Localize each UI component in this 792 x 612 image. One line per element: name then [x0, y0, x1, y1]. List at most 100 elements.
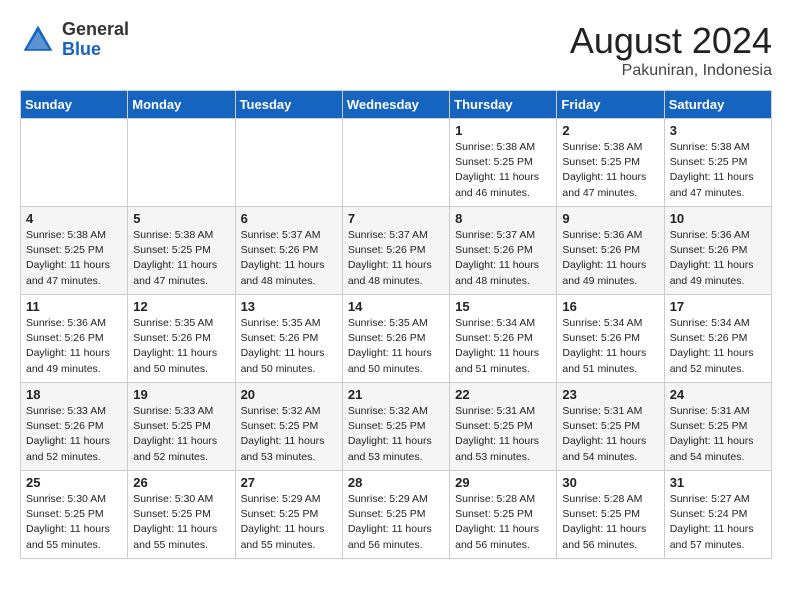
- day-number: 30: [562, 475, 659, 490]
- calendar-cell: 12 Sunrise: 5:35 AMSunset: 5:26 PMDayligh…: [128, 295, 235, 383]
- day-info: Sunrise: 5:35 AMSunset: 5:26 PMDaylight:…: [133, 316, 230, 377]
- day-info: Sunrise: 5:37 AMSunset: 5:26 PMDaylight:…: [348, 228, 445, 289]
- location-subtitle: Pakuniran, Indonesia: [570, 62, 772, 80]
- logo-blue-text: Blue: [62, 39, 101, 59]
- day-info: Sunrise: 5:38 AMSunset: 5:25 PMDaylight:…: [26, 228, 123, 289]
- day-number: 2: [562, 123, 659, 138]
- day-info: Sunrise: 5:30 AMSunset: 5:25 PMDaylight:…: [133, 492, 230, 553]
- day-info: Sunrise: 5:32 AMSunset: 5:25 PMDaylight:…: [241, 404, 338, 465]
- day-info: Sunrise: 5:29 AMSunset: 5:25 PMDaylight:…: [348, 492, 445, 553]
- calendar-cell: 30 Sunrise: 5:28 AMSunset: 5:25 PMDayligh…: [557, 471, 664, 559]
- calendar-cell: 31 Sunrise: 5:27 AMSunset: 5:24 PMDayligh…: [664, 471, 771, 559]
- day-info: Sunrise: 5:37 AMSunset: 5:26 PMDaylight:…: [241, 228, 338, 289]
- calendar-cell: 20 Sunrise: 5:32 AMSunset: 5:25 PMDayligh…: [235, 383, 342, 471]
- calendar-cell: 8 Sunrise: 5:37 AMSunset: 5:26 PMDaylight…: [450, 207, 557, 295]
- day-info: Sunrise: 5:34 AMSunset: 5:26 PMDaylight:…: [455, 316, 552, 377]
- calendar-week-4: 18 Sunrise: 5:33 AMSunset: 5:26 PMDayligh…: [21, 383, 772, 471]
- day-number: 11: [26, 299, 123, 314]
- calendar-cell: [342, 119, 449, 207]
- day-number: 4: [26, 211, 123, 226]
- calendar-cell: 27 Sunrise: 5:29 AMSunset: 5:25 PMDayligh…: [235, 471, 342, 559]
- calendar-cell: 21Sunrise: 5:32 AMSunset: 5:25 PMDayligh…: [342, 383, 449, 471]
- calendar-cell: [128, 119, 235, 207]
- day-info: Sunrise: 5:27 AMSunset: 5:24 PMDaylight:…: [670, 492, 767, 553]
- calendar-week-3: 11 Sunrise: 5:36 AMSunset: 5:26 PMDayligh…: [21, 295, 772, 383]
- calendar-cell: 10 Sunrise: 5:36 AMSunset: 5:26 PMDayligh…: [664, 207, 771, 295]
- weekday-header-friday: Friday: [557, 91, 664, 119]
- calendar-cell: 11 Sunrise: 5:36 AMSunset: 5:26 PMDayligh…: [21, 295, 128, 383]
- day-number: 3: [670, 123, 767, 138]
- month-year-title: August 2024: [570, 20, 772, 62]
- weekday-header-wednesday: Wednesday: [342, 91, 449, 119]
- calendar-cell: 23 Sunrise: 5:31 AMSunset: 5:25 PMDayligh…: [557, 383, 664, 471]
- day-number: 7: [348, 211, 445, 226]
- calendar-cell: 2 Sunrise: 5:38 AMSunset: 5:25 PMDaylight…: [557, 119, 664, 207]
- day-info: Sunrise: 5:36 AMSunset: 5:26 PMDaylight:…: [26, 316, 123, 377]
- day-number: 10: [670, 211, 767, 226]
- day-info: Sunrise: 5:31 AMSunset: 5:25 PMDaylight:…: [455, 404, 552, 465]
- day-info: Sunrise: 5:29 AMSunset: 5:25 PMDaylight:…: [241, 492, 338, 553]
- day-info: Sunrise: 5:34 AMSunset: 5:26 PMDaylight:…: [562, 316, 659, 377]
- weekday-header-row: SundayMondayTuesdayWednesdayThursdayFrid…: [21, 91, 772, 119]
- day-number: 26: [133, 475, 230, 490]
- calendar-week-2: 4 Sunrise: 5:38 AMSunset: 5:25 PMDaylight…: [21, 207, 772, 295]
- logo-general-text: General: [62, 19, 129, 39]
- day-number: 24: [670, 387, 767, 402]
- day-number: 22: [455, 387, 552, 402]
- day-number: 18: [26, 387, 123, 402]
- weekday-header-monday: Monday: [128, 91, 235, 119]
- calendar-cell: 19Sunrise: 5:33 AMSunset: 5:25 PMDayligh…: [128, 383, 235, 471]
- day-info: Sunrise: 5:38 AMSunset: 5:25 PMDaylight:…: [133, 228, 230, 289]
- day-number: 31: [670, 475, 767, 490]
- weekday-header-thursday: Thursday: [450, 91, 557, 119]
- day-number: 14: [348, 299, 445, 314]
- day-number: 13: [241, 299, 338, 314]
- calendar-cell: 5 Sunrise: 5:38 AMSunset: 5:25 PMDaylight…: [128, 207, 235, 295]
- calendar-cell: 9Sunrise: 5:36 AMSunset: 5:26 PMDaylight…: [557, 207, 664, 295]
- calendar-cell: 6 Sunrise: 5:37 AMSunset: 5:26 PMDaylight…: [235, 207, 342, 295]
- calendar-week-5: 25 Sunrise: 5:30 AMSunset: 5:25 PMDayligh…: [21, 471, 772, 559]
- day-number: 28: [348, 475, 445, 490]
- day-number: 21: [348, 387, 445, 402]
- day-info: Sunrise: 5:37 AMSunset: 5:26 PMDaylight:…: [455, 228, 552, 289]
- calendar-cell: 26 Sunrise: 5:30 AMSunset: 5:25 PMDayligh…: [128, 471, 235, 559]
- day-info: Sunrise: 5:35 AMSunset: 5:26 PMDaylight:…: [348, 316, 445, 377]
- day-info: Sunrise: 5:33 AMSunset: 5:25 PMDaylight:…: [133, 404, 230, 465]
- calendar-cell: 13 Sunrise: 5:35 AMSunset: 5:26 PMDayligh…: [235, 295, 342, 383]
- day-number: 5: [133, 211, 230, 226]
- page-header: General Blue August 2024 Pakuniran, Indo…: [20, 20, 772, 80]
- day-info: Sunrise: 5:31 AMSunset: 5:25 PMDaylight:…: [562, 404, 659, 465]
- calendar-cell: 17 Sunrise: 5:34 AMSunset: 5:26 PMDayligh…: [664, 295, 771, 383]
- day-number: 1: [455, 123, 552, 138]
- day-info: Sunrise: 5:36 AMSunset: 5:26 PMDaylight:…: [670, 228, 767, 289]
- day-info: Sunrise: 5:38 AMSunset: 5:25 PMDaylight:…: [670, 140, 767, 201]
- day-number: 12: [133, 299, 230, 314]
- calendar-week-1: 1 Sunrise: 5:38 AMSunset: 5:25 PMDaylight…: [21, 119, 772, 207]
- day-number: 8: [455, 211, 552, 226]
- day-info: Sunrise: 5:38 AMSunset: 5:25 PMDaylight:…: [562, 140, 659, 201]
- day-number: 29: [455, 475, 552, 490]
- logo-icon: [20, 22, 56, 58]
- logo: General Blue: [20, 20, 129, 60]
- day-info: Sunrise: 5:38 AMSunset: 5:25 PMDaylight:…: [455, 140, 552, 201]
- day-number: 23: [562, 387, 659, 402]
- calendar-cell: 16 Sunrise: 5:34 AMSunset: 5:26 PMDayligh…: [557, 295, 664, 383]
- day-number: 16: [562, 299, 659, 314]
- day-info: Sunrise: 5:34 AMSunset: 5:26 PMDaylight:…: [670, 316, 767, 377]
- calendar-cell: 3 Sunrise: 5:38 AMSunset: 5:25 PMDaylight…: [664, 119, 771, 207]
- calendar-cell: 24Sunrise: 5:31 AMSunset: 5:25 PMDayligh…: [664, 383, 771, 471]
- calendar-cell: 15Sunrise: 5:34 AMSunset: 5:26 PMDayligh…: [450, 295, 557, 383]
- calendar-cell: 1 Sunrise: 5:38 AMSunset: 5:25 PMDaylight…: [450, 119, 557, 207]
- day-number: 17: [670, 299, 767, 314]
- calendar-cell: 4 Sunrise: 5:38 AMSunset: 5:25 PMDaylight…: [21, 207, 128, 295]
- day-info: Sunrise: 5:35 AMSunset: 5:26 PMDaylight:…: [241, 316, 338, 377]
- day-info: Sunrise: 5:28 AMSunset: 5:25 PMDaylight:…: [562, 492, 659, 553]
- calendar-cell: 18 Sunrise: 5:33 AMSunset: 5:26 PMDayligh…: [21, 383, 128, 471]
- day-number: 25: [26, 475, 123, 490]
- day-number: 6: [241, 211, 338, 226]
- calendar-cell: 25Sunrise: 5:30 AMSunset: 5:25 PMDayligh…: [21, 471, 128, 559]
- day-number: 27: [241, 475, 338, 490]
- day-info: Sunrise: 5:33 AMSunset: 5:26 PMDaylight:…: [26, 404, 123, 465]
- day-number: 20: [241, 387, 338, 402]
- weekday-header-saturday: Saturday: [664, 91, 771, 119]
